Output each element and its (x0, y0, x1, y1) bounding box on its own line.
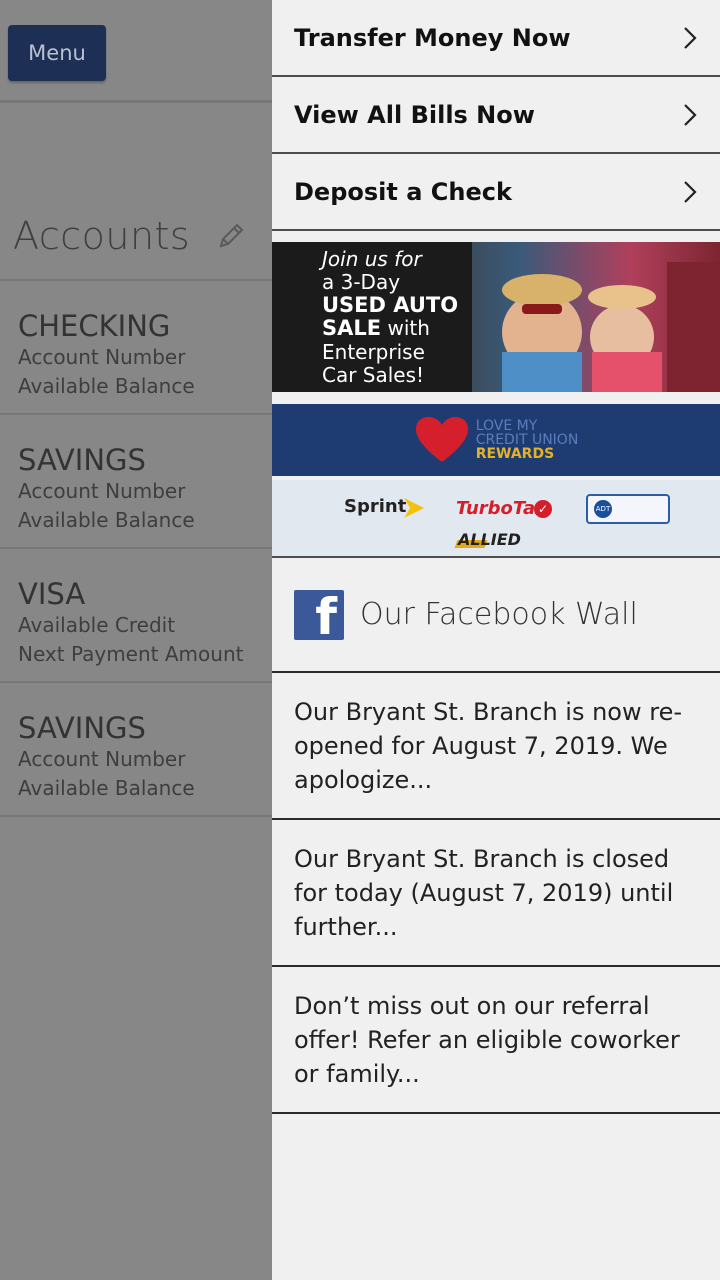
nav-label: Deposit a Check (294, 177, 512, 206)
promo-auto-line: Enterprise (322, 340, 425, 364)
account-name: VISA (18, 577, 86, 611)
chevron-right-icon (684, 26, 697, 49)
facebook-icon: f (294, 589, 344, 640)
promo-auto-line: with (381, 316, 430, 340)
accounts-panel: Menu Accounts CHECKING Account Number Av… (0, 0, 272, 1280)
promo-auto-line: a 3-Day (322, 270, 401, 294)
account-name: CHECKING (18, 309, 171, 343)
promo-banner-used-auto[interactable]: Join us for a 3-Day USED AUTO SALE with … (272, 242, 720, 392)
sprint-logo: Sprint (344, 496, 407, 517)
promo-auto-line: SALE (322, 316, 382, 340)
side-drawer: Transfer Money Now View All Bills Now De… (272, 0, 720, 1280)
promo-auto-text: Join us for a 3-Day USED AUTO SALE with … (322, 248, 458, 387)
edit-pencil-icon[interactable] (216, 221, 246, 251)
rewards-line: LOVE MY (475, 418, 538, 434)
account-list: CHECKING Account Number Available Balanc… (0, 279, 272, 817)
account-detail: Available Balance (18, 776, 195, 800)
adt-logo-text: ADT (594, 500, 612, 518)
checkmark-icon: ✓ (534, 500, 552, 518)
account-detail: Available Balance (18, 374, 195, 398)
accounts-title: Accounts (13, 214, 191, 258)
facebook-post[interactable]: Our Bryant St. Branch is closed for toda… (272, 820, 720, 967)
nav-deposit-check[interactable]: Deposit a Check (272, 154, 720, 231)
account-detail: Available Credit (18, 613, 176, 637)
nav-label: View All Bills Now (294, 100, 535, 129)
menu-button[interactable]: Menu (8, 25, 106, 81)
promo-banner-rewards[interactable]: LOVE MY CREDIT UNION REWARDS (272, 404, 720, 476)
rewards-line: CREDIT UNION (475, 432, 579, 448)
account-detail: Next Payment Amount (18, 642, 244, 666)
nav-transfer-money[interactable]: Transfer Money Now (272, 0, 720, 77)
chevron-right-icon (684, 103, 697, 126)
allied-logo: ALLIED (458, 530, 521, 549)
nav-label: Transfer Money Now (294, 23, 571, 52)
account-row-checking[interactable]: CHECKING Account Number Available Balanc… (0, 281, 272, 415)
sprint-arrow-icon (404, 498, 424, 518)
accounts-header: Accounts (13, 214, 246, 258)
chevron-right-icon (684, 180, 697, 203)
facebook-post[interactable]: Our Bryant St. Branch is now re-opened f… (272, 673, 720, 820)
promo-auto-line: USED AUTO (322, 293, 459, 317)
account-detail: Account Number (18, 479, 186, 503)
account-detail: Account Number (18, 345, 186, 369)
promo-auto-line: Join us for (322, 247, 422, 271)
facebook-wall-title: Our Facebook Wall (360, 597, 638, 632)
account-row-savings-2[interactable]: SAVINGS Account Number Available Balance (0, 683, 272, 817)
account-name: SAVINGS (18, 443, 146, 477)
account-detail: Account Number (18, 747, 186, 771)
nav-view-bills[interactable]: View All Bills Now (272, 77, 720, 154)
account-name: SAVINGS (18, 711, 146, 745)
account-row-visa[interactable]: VISA Available Credit Next Payment Amoun… (0, 549, 272, 683)
rewards-label: LOVE MY CREDIT UNION REWARDS (476, 419, 579, 461)
account-row-savings[interactable]: SAVINGS Account Number Available Balance (0, 415, 272, 549)
promo-banner-partners[interactable]: Sprint TurboTax ✓ ADT ALLIED (272, 480, 720, 556)
facebook-wall-header[interactable]: f Our Facebook Wall (272, 556, 720, 673)
facebook-post[interactable]: Don’t miss out on our referral offer! Re… (272, 967, 720, 1114)
header-divider (0, 100, 272, 103)
promo-auto-line: Car Sales! (322, 363, 425, 387)
heart-icon (415, 417, 468, 462)
adt-logo: ADT (586, 494, 670, 524)
account-detail: Available Balance (18, 508, 195, 532)
rewards-line: REWARDS (475, 446, 555, 462)
